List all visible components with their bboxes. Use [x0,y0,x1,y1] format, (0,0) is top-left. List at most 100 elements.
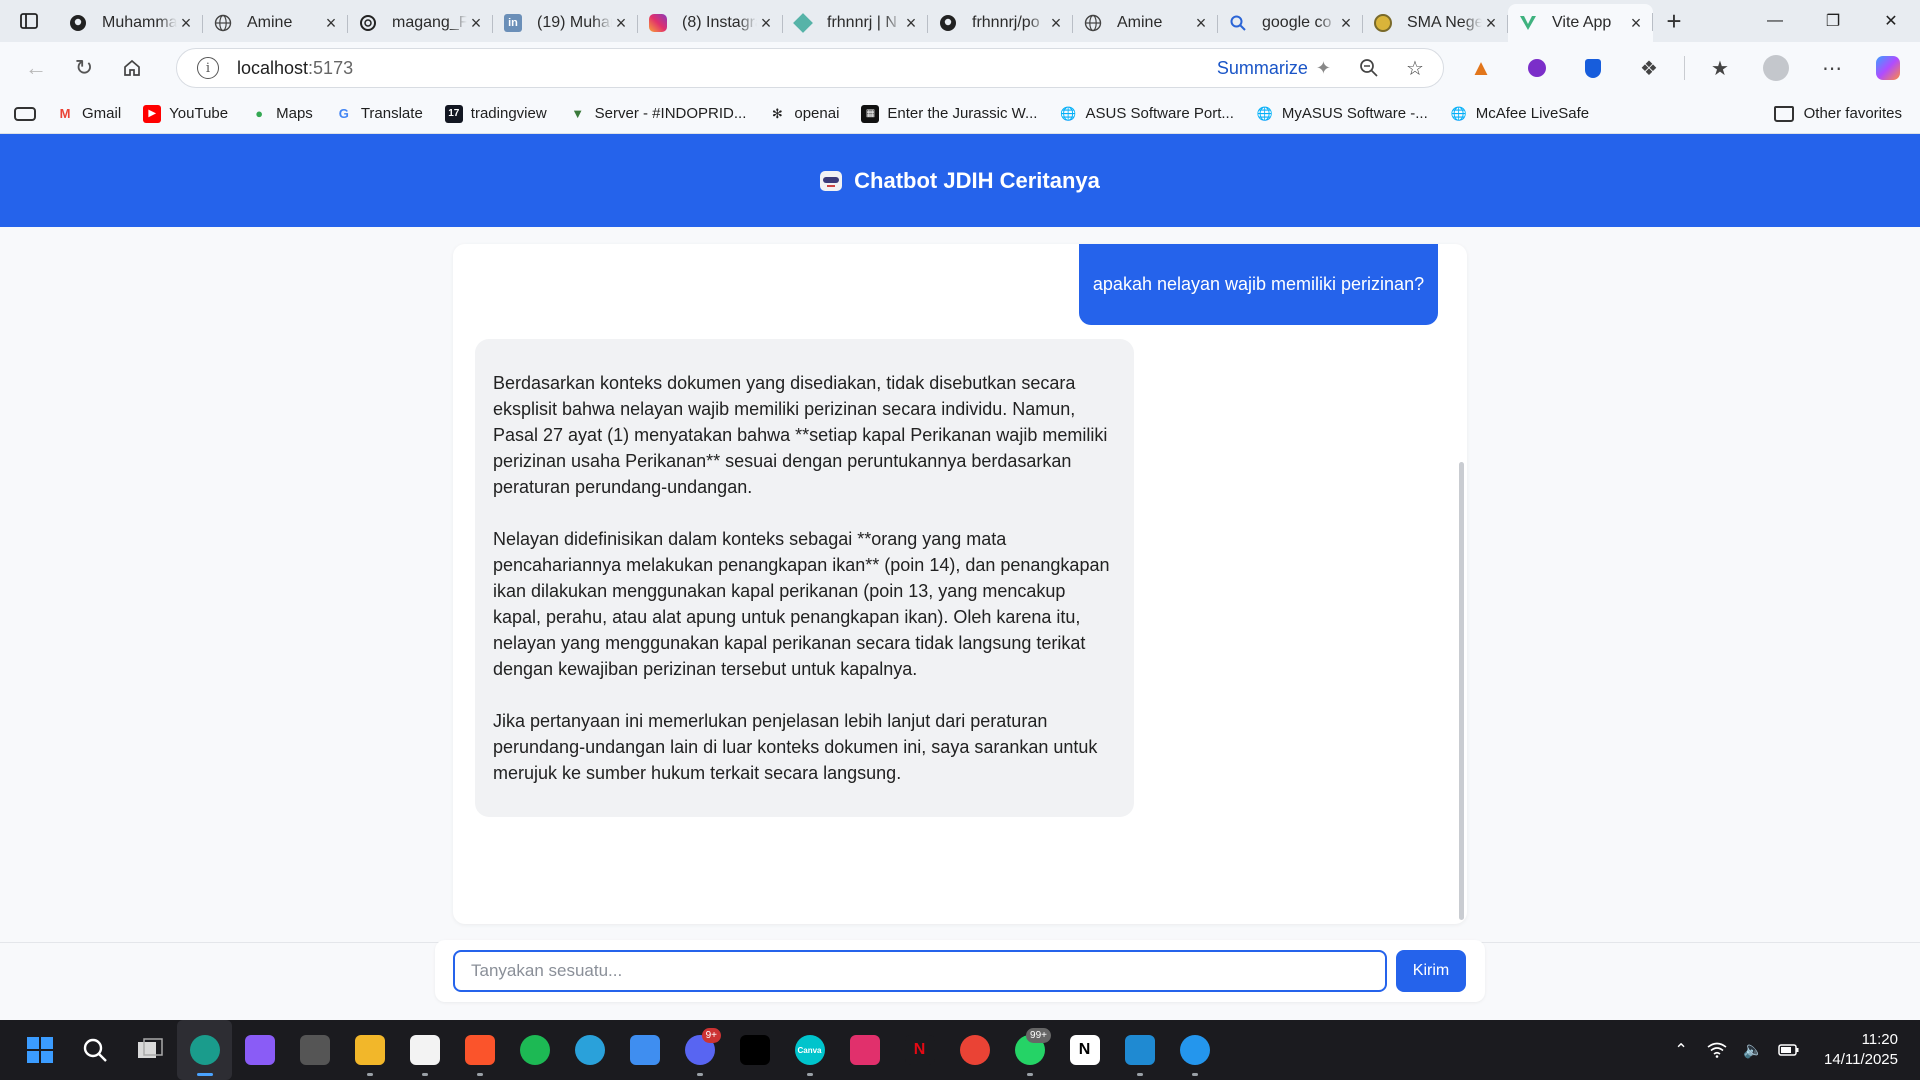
bookmark-item[interactable]: 🌐 McAfee LiveSafe [1450,105,1590,123]
close-tab-icon[interactable]: × [757,13,775,33]
close-tab-icon[interactable]: × [1337,13,1355,33]
browser-tab[interactable]: Muhammad× [58,6,203,40]
close-tab-icon[interactable]: × [1192,13,1210,33]
notion-icon[interactable]: N [1057,1020,1112,1080]
extension-purple-icon[interactable] [1512,48,1562,88]
address-bar[interactable]: i localhost:5173 Summarize ✦ ☆ [176,48,1444,88]
running-indicator [1026,1073,1033,1076]
bookmark-item[interactable]: 🌐 MyASUS Software -... [1256,105,1428,123]
battery-icon[interactable] [1778,1039,1800,1061]
bookmark-item[interactable]: ▼ Server - #INDOPRID... [569,105,746,123]
window-controls: — ❐ ✕ [1746,0,1920,42]
close-tab-icon[interactable]: × [322,13,340,33]
other-favorites-folder[interactable]: Other favorites [1773,105,1902,122]
minimize-button[interactable]: — [1746,0,1804,42]
system-clock[interactable]: 11:20 14/11/2025 [1824,1030,1898,1070]
telegram-icon[interactable] [562,1020,617,1080]
browser-tab-strip: Muhammad×Amine×magang_Fre×in(19) Muhamm×… [0,0,1920,42]
bookmark-label: Maps [276,105,313,122]
close-tab-icon[interactable]: × [1482,13,1500,33]
close-tab-icon[interactable]: × [612,13,630,33]
url-text[interactable]: localhost:5173 [237,58,353,79]
wifi-icon[interactable] [1706,1039,1728,1061]
chrome-icon[interactable] [947,1020,1002,1080]
vscode-icon[interactable] [1112,1020,1167,1080]
notepad-icon[interactable] [617,1020,672,1080]
back-button[interactable]: ← [12,48,60,88]
clock-date: 14/11/2025 [1824,1051,1898,1068]
app-icon[interactable] [287,1020,342,1080]
favorites-icon[interactable]: ★ [1695,48,1745,88]
chat-scrollbar[interactable] [1459,462,1464,920]
close-tab-icon[interactable]: × [902,13,920,33]
new-tab-button[interactable]: + [1653,0,1695,42]
browser-tab[interactable]: in (19) Muhamm× [493,6,638,40]
brave-icon[interactable] [452,1020,507,1080]
vite-icon [1518,13,1538,33]
edge-icon[interactable] [177,1020,232,1080]
browser-tab[interactable]: (8) Instagram× [638,6,783,40]
favorite-star-icon[interactable]: ☆ [1395,51,1435,85]
tab-actions-button[interactable] [0,0,58,42]
volume-icon[interactable]: 🔈 [1742,1039,1764,1061]
file-explorer-icon[interactable] [342,1020,397,1080]
close-window-button[interactable]: ✕ [1862,0,1920,42]
running-indicator [806,1073,813,1076]
bitwarden-icon[interactable] [1568,48,1618,88]
browser-tab[interactable]: frhnnrj/po × [928,6,1073,40]
robot-icon [820,170,843,191]
spotify-icon[interactable] [507,1020,562,1080]
docker-icon[interactable] [1167,1020,1222,1080]
browser-tab[interactable]: SMA Nege × [1363,6,1508,40]
metamask-icon[interactable]: ▲ [1456,48,1506,88]
microsoft-store-icon[interactable] [397,1020,452,1080]
browser-tab[interactable]: Amine × [203,6,348,40]
tiktok-icon[interactable] [727,1020,782,1080]
close-tab-icon[interactable]: × [467,13,485,33]
bookmarks-bar: M Gmail ▶ YouTube ● Maps G Translate 17 tradingvi… [0,94,1920,134]
bookmark-item[interactable]: 🌐 ASUS Software Port... [1059,105,1233,123]
whatsapp-icon[interactable]: 99+ [1002,1020,1057,1080]
bookmark-item[interactable]: ▦ Enter the Jurassic W... [861,104,1037,123]
browser-tab[interactable]: google co × [1218,6,1363,40]
task-view-icon[interactable] [122,1020,177,1080]
profile-avatar[interactable] [1751,48,1801,88]
bookmark-item[interactable]: ● Maps [250,105,313,123]
close-tab-icon[interactable]: × [1047,13,1065,33]
browser-toolbar: ← ↻ i localhost:5173 Summarize ✦ ☆ ▲ ❖ ★… [0,42,1920,94]
close-tab-icon[interactable]: × [1627,13,1645,33]
start-icon[interactable] [12,1020,67,1080]
summarize-button[interactable]: Summarize ✦ [1217,58,1331,79]
restore-button[interactable]: ❐ [1804,0,1862,42]
site-info-icon[interactable]: i [197,57,219,79]
refresh-button[interactable]: ↻ [60,48,108,88]
browser-tab[interactable]: frhnnrj | N × [783,6,928,40]
netflix-icon[interactable]: N [892,1020,947,1080]
copilot-icon[interactable] [232,1020,287,1080]
chat-input[interactable] [453,950,1387,992]
bookmark-label: Translate [360,105,423,122]
browser-tab[interactable]: magang_Fre× [348,6,493,40]
bookmark-item[interactable]: M Gmail [56,105,122,123]
globe-icon: 🌐 [1060,105,1077,121]
bookmark-item[interactable]: G Translate [335,105,423,123]
zoom-icon[interactable] [1349,51,1389,85]
chevron-up-icon[interactable]: ⌃ [1670,1039,1692,1061]
discord-icon[interactable]: 9+ [672,1020,727,1080]
reading-list-icon[interactable] [14,106,36,121]
bookmark-item[interactable]: 17 tradingview [444,104,547,123]
more-menu-icon[interactable]: ⋯ [1807,48,1857,88]
canva-icon[interactable]: Canva [782,1020,837,1080]
browser-tab[interactable]: Amine × [1073,6,1218,40]
bookmark-item[interactable]: ✻ openai [768,105,840,123]
home-button[interactable] [108,48,156,88]
bookmark-item[interactable]: ▶ YouTube [143,104,228,123]
linkedin-icon: in [503,13,523,33]
send-button[interactable]: Kirim [1396,950,1466,992]
copilot-sidebar-icon[interactable] [1863,48,1913,88]
search-icon[interactable] [67,1020,122,1080]
browser-tab[interactable]: Vite App × [1508,4,1653,42]
extensions-icon[interactable]: ❖ [1624,48,1674,88]
instagram-icon[interactable] [837,1020,892,1080]
close-tab-icon[interactable]: × [177,13,195,33]
